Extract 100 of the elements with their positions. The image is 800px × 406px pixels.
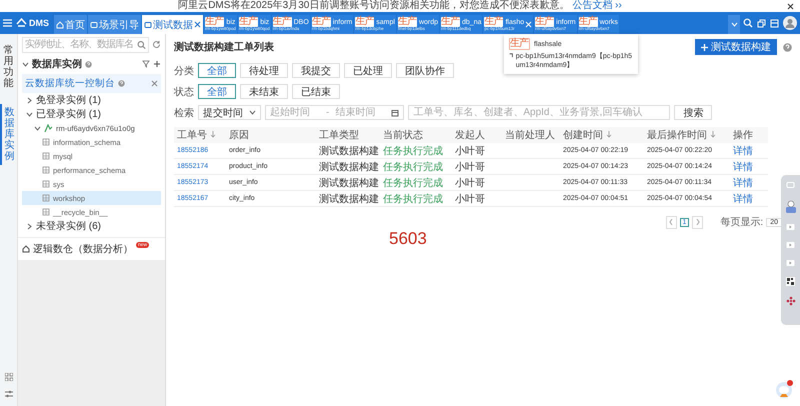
database-icon: [42, 208, 50, 216]
filter-option[interactable]: 待处理: [240, 63, 288, 78]
environment-badge: 生产: [312, 17, 331, 28]
column-header: 当前处理人: [502, 127, 560, 143]
environment-badge: 生产: [441, 17, 460, 28]
column-header[interactable]: 工单号: [174, 127, 226, 143]
table-cell: 测试数据构建: [316, 190, 380, 206]
tree-item[interactable]: 免登录实例 (1): [22, 93, 161, 107]
environment-badge: 生产: [238, 17, 258, 28]
caret-down-icon[interactable]: [26, 110, 33, 118]
details-link[interactable]: 详情: [730, 174, 768, 190]
caret-down-icon[interactable]: [34, 124, 41, 132]
caret-right-icon[interactable]: [26, 96, 33, 104]
sort-icon[interactable]: [210, 130, 216, 138]
flower-icon[interactable]: [786, 296, 796, 306]
filter-option[interactable]: 我提交: [292, 63, 340, 78]
copy-icon[interactable]: [757, 18, 766, 28]
search-button[interactable]: 搜索: [674, 105, 712, 120]
environment-badge: 生产: [484, 17, 504, 28]
environment-badge: 生产: [509, 38, 530, 50]
column-header: 发起人: [452, 127, 502, 143]
sliders-icon[interactable]: [4, 390, 12, 398]
details-link[interactable]: 详情: [730, 190, 768, 206]
filter-option[interactable]: 已结束: [292, 84, 340, 99]
column-header: 工单类型: [316, 127, 380, 143]
tree-item[interactable]: 已登录实例 (1): [22, 107, 161, 121]
warehouse-item[interactable]: 逻辑数仓（数据分析）: [33, 242, 133, 256]
add-icon[interactable]: [153, 60, 161, 68]
brand-name: DMS: [29, 18, 49, 28]
search-icon[interactable]: [743, 18, 753, 28]
environment-badge: 生产: [205, 17, 224, 28]
table-cell: 小叶哥: [452, 174, 502, 190]
connection-icon: [509, 52, 514, 59]
layout-icon[interactable]: [770, 18, 779, 28]
chevron-right-icon[interactable]: [696, 219, 700, 225]
column-header: 原因: [226, 127, 316, 143]
sort-icon[interactable]: [606, 130, 612, 138]
status-text: 任务执行完成: [380, 143, 452, 158]
status-text: 任务执行完成: [380, 158, 452, 174]
chevron-down-icon[interactable]: [730, 22, 738, 27]
tree-item[interactable]: 未登录实例 (6): [22, 219, 161, 233]
status-text: 任务执行完成: [380, 190, 452, 206]
home-icon: [56, 20, 64, 28]
table-cell: 小叶哥: [452, 143, 502, 158]
help-icon[interactable]: [118, 80, 125, 87]
filter-option[interactable]: 未结束: [240, 84, 288, 99]
details-link[interactable]: 详情: [730, 158, 768, 174]
menu-icon[interactable]: [2, 19, 12, 27]
table-cell: 测试数据构建: [316, 174, 380, 190]
video-icon[interactable]: [786, 223, 795, 231]
caret-down-icon[interactable]: [22, 60, 29, 68]
database-icon: [42, 194, 50, 202]
warehouse-icon: [22, 245, 30, 253]
filter-label: 检索: [174, 106, 194, 120]
filter-icon[interactable]: [142, 60, 150, 68]
logo-icon: [16, 18, 27, 28]
filter-label: 分类: [174, 64, 194, 78]
page-tab[interactable]: 测试数据: [142, 15, 203, 34]
search-icon[interactable]: [136, 40, 146, 50]
caret-right-icon[interactable]: [26, 222, 33, 230]
environment-badge: 生产: [355, 17, 374, 28]
chatbot-icon[interactable]: [774, 379, 794, 399]
time-select[interactable]: 提交时间: [198, 105, 261, 120]
help-icon[interactable]: [783, 42, 792, 52]
rail-tab[interactable]: 常用功能: [0, 42, 17, 92]
help-icon[interactable]: [85, 60, 92, 68]
details-link[interactable]: 详情: [730, 143, 768, 158]
close-icon[interactable]: [787, 3, 794, 10]
video-icon[interactable]: [786, 259, 795, 267]
overlay-number: 5603: [389, 229, 427, 249]
column-header: 当前状态: [380, 127, 452, 143]
table-cell: 测试数据构建: [316, 158, 380, 174]
page-tab[interactable]: 场景引导: [88, 15, 141, 34]
environment-badge: 生产: [398, 17, 417, 28]
sort-icon[interactable]: [710, 130, 716, 138]
filter-option[interactable]: 已处理: [344, 63, 392, 78]
grid-icon[interactable]: [4, 373, 12, 381]
caret-down-icon[interactable]: [249, 109, 256, 116]
environment-badge: 生产: [535, 17, 554, 28]
server-icon: [44, 124, 53, 132]
range-separator: -: [326, 107, 330, 118]
filter-option[interactable]: 团队协作: [396, 63, 454, 78]
database-icon: [42, 152, 50, 160]
column-header[interactable]: 最后操作时间: [644, 127, 730, 143]
home-tab[interactable]: 首页: [54, 15, 87, 34]
page-size-label: 每页显示:: [720, 216, 764, 229]
refresh-icon[interactable]: [152, 40, 161, 49]
assistant-icon[interactable]: [784, 200, 796, 213]
qr-code-icon[interactable]: [786, 277, 795, 286]
column-header[interactable]: 创建时间: [560, 127, 644, 143]
avatar-icon[interactable]: [783, 16, 797, 30]
chevron-left-icon[interactable]: [669, 219, 674, 225]
database-icon: [42, 180, 50, 188]
page-title: 测试数据构建工单列表: [174, 40, 274, 54]
video-icon[interactable]: [786, 241, 795, 249]
table-cell: 小叶哥: [452, 158, 502, 174]
filter-option[interactable]: 全部: [198, 63, 236, 78]
database-icon: [42, 166, 50, 174]
create-button[interactable]: 测试数据构建: [695, 39, 777, 55]
filter-option[interactable]: 全部: [198, 84, 236, 99]
